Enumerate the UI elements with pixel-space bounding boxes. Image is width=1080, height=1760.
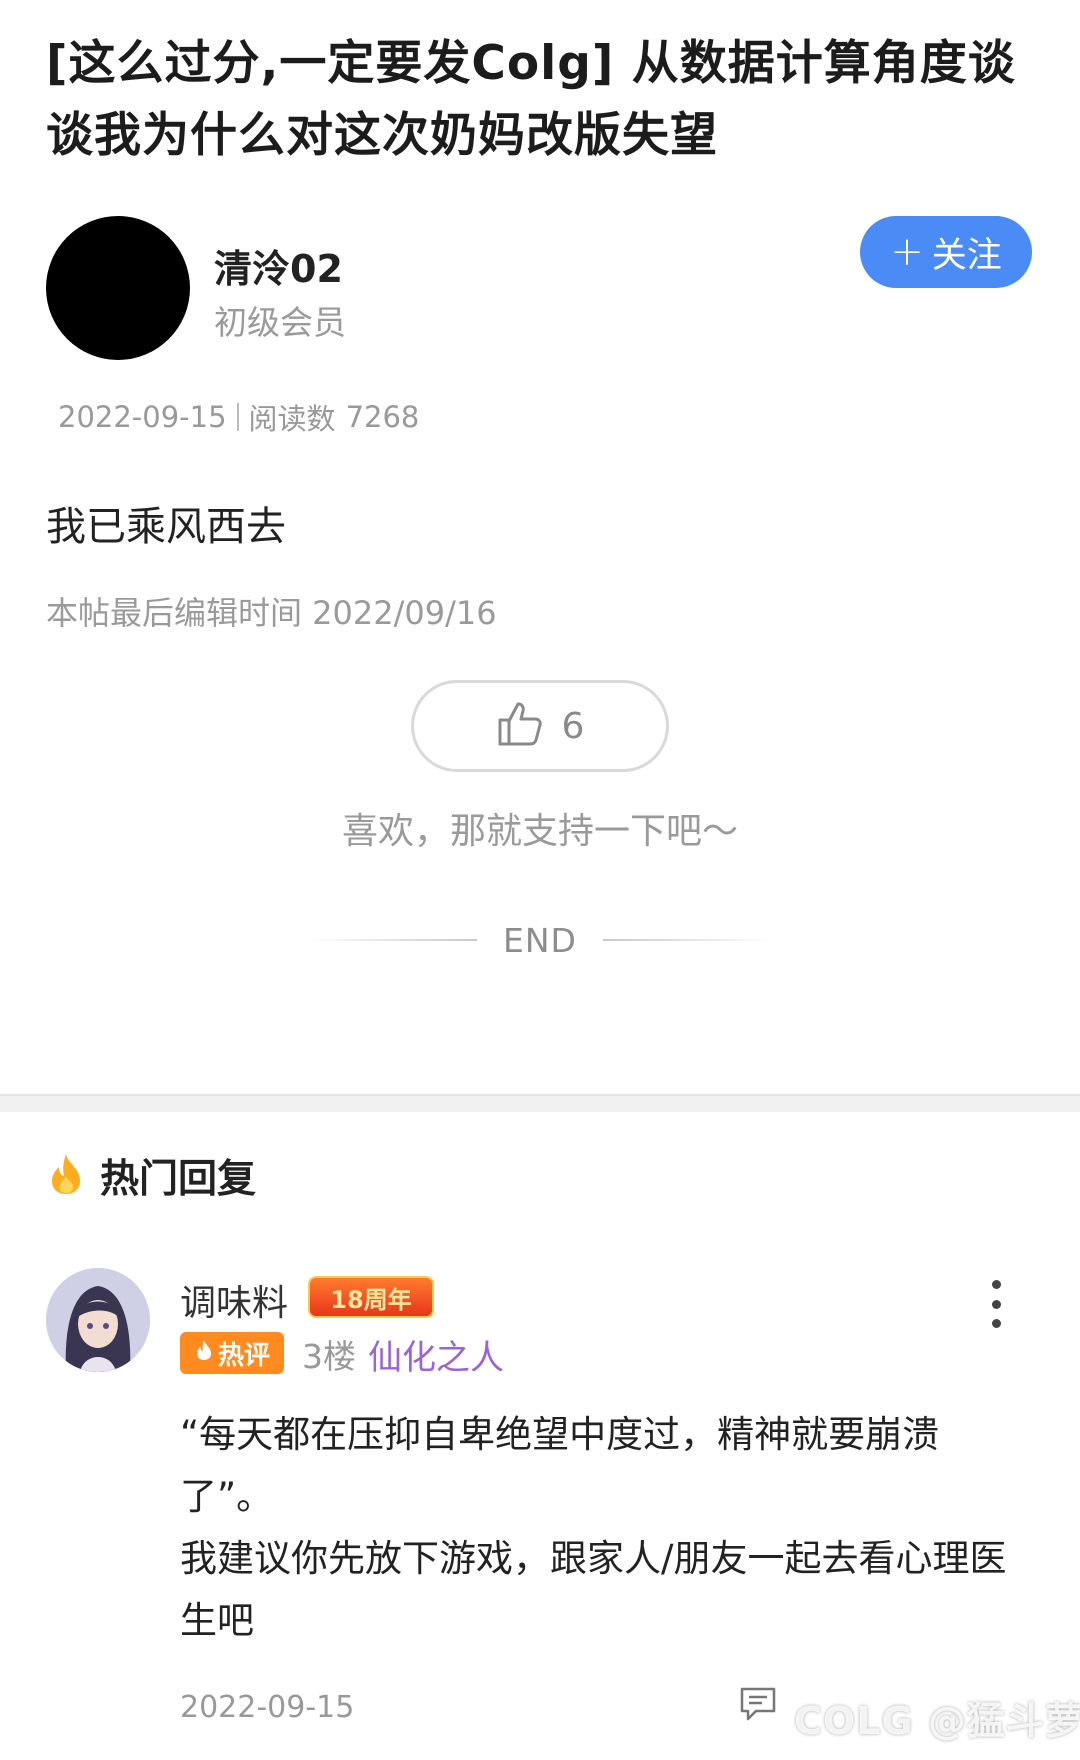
like-hint: 喜欢，那就支持一下吧～ bbox=[341, 811, 738, 852]
reply-avatar[interactable] bbox=[46, 1268, 150, 1372]
edit-note: 本帖最后编辑时间 2022/09/16 bbox=[46, 594, 497, 632]
reply-comment-button[interactable] bbox=[738, 1684, 778, 1728]
anniversary-badge: 18周年 bbox=[308, 1276, 434, 1318]
end-line-right bbox=[602, 939, 773, 941]
more-dot bbox=[991, 1319, 1001, 1328]
reply-text: “每天都在压抑自卑绝望中度过，精神就要崩溃了”。 我建议你先放下游戏，跟家人/朋… bbox=[180, 1413, 1007, 1642]
author-avatar[interactable] bbox=[46, 216, 190, 360]
read-label: 阅读数 bbox=[248, 402, 336, 436]
author-row: 清泠02 初级会员 + 关注 bbox=[46, 216, 1036, 362]
end-marker: END bbox=[0, 918, 1080, 962]
post-page: [这么过分,一定要发Colg] 从数据计算角度谈谈我为什么对这次奶妈改版失望 清… bbox=[0, 0, 1080, 1760]
post-date: 2022-09-15 bbox=[58, 400, 227, 434]
plus-icon: + bbox=[890, 229, 924, 275]
flame-icon bbox=[194, 1338, 214, 1369]
end-line-left bbox=[307, 939, 478, 941]
user-title: 仙化之人 bbox=[368, 1338, 504, 1378]
hot-comment-tag: 热评 bbox=[180, 1332, 284, 1374]
section-divider bbox=[0, 1094, 1080, 1112]
end-text: END bbox=[503, 920, 577, 960]
post-title: [这么过分,一定要发Colg] 从数据计算角度谈谈我为什么对这次奶妈改版失望 bbox=[46, 36, 1016, 163]
reply-date: 2022-09-15 bbox=[180, 1690, 355, 1725]
hot-replies-title: 热门回复 bbox=[100, 1157, 257, 1202]
reply-item: 调味料 18周年 热评 3楼 仙化之人 “每天都在压抑自卑绝望中度过，精神就要崩… bbox=[46, 1268, 1036, 1760]
more-options-button[interactable] bbox=[988, 1280, 1004, 1328]
more-vertical-icon bbox=[991, 1280, 1001, 1289]
floor-number: 3楼 bbox=[302, 1337, 356, 1376]
post-meta: 2022-09-15 阅读数 7268 bbox=[58, 396, 419, 438]
watermark: COLG @猛斗萝 bbox=[794, 1699, 1080, 1743]
follow-label: 关注 bbox=[931, 235, 1002, 276]
follow-button[interactable]: + 关注 bbox=[860, 216, 1032, 288]
like-count: 6 bbox=[561, 705, 585, 747]
post-body: 我已乘风西去 bbox=[46, 504, 286, 550]
reply-username[interactable]: 调味料 bbox=[180, 1274, 288, 1326]
read-count: 7268 bbox=[345, 400, 420, 434]
like-button[interactable]: 6 bbox=[411, 680, 669, 772]
more-dot bbox=[991, 1299, 1001, 1309]
thumbs-up-icon bbox=[496, 700, 546, 752]
comment-icon bbox=[738, 1684, 778, 1728]
hot-replies-header: 热门回复 bbox=[46, 1148, 256, 1204]
meta-divider bbox=[236, 403, 239, 431]
author-rank: 初级会员 bbox=[214, 303, 346, 342]
flame-icon bbox=[46, 1152, 86, 1200]
author-name[interactable]: 清泠02 bbox=[214, 238, 343, 293]
hot-tag-label: 热评 bbox=[217, 1340, 270, 1371]
